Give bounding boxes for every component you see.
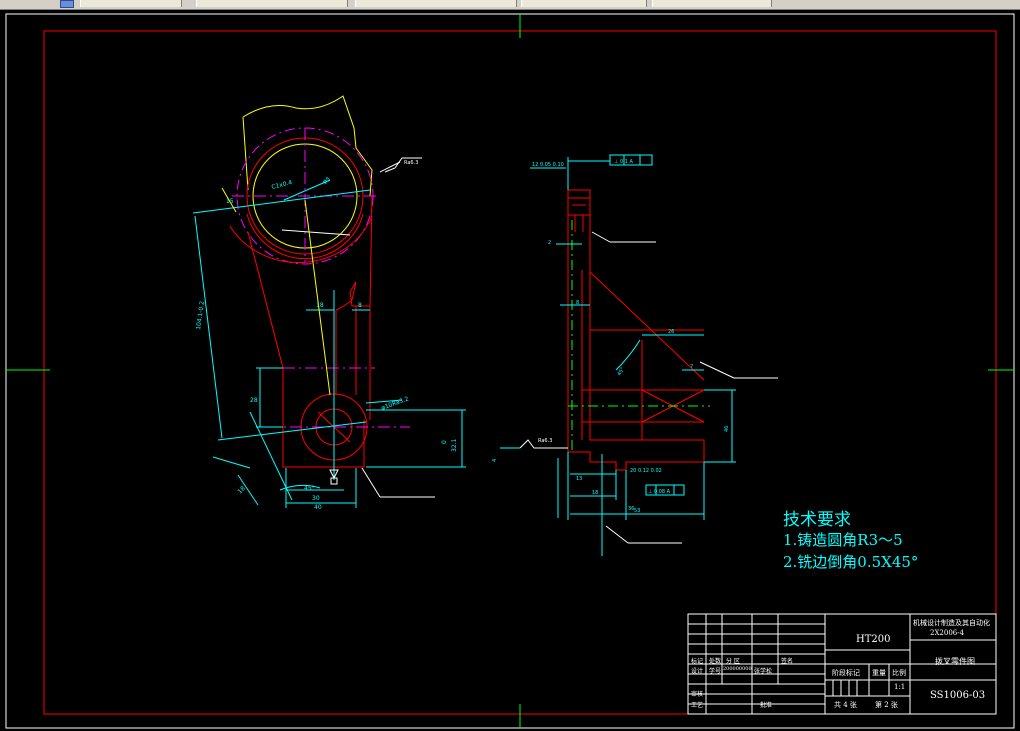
right-view (500, 154, 778, 556)
chamfer-label: C1x0.4 (271, 179, 293, 191)
dim-8-label: 8 (576, 300, 579, 306)
weight-label: 重量 (872, 669, 886, 677)
dim-46-label: 46 (724, 426, 730, 432)
drawing-canvas[interactable]: Ra6.3 C1x0.4 φ5 104.1-0.2 8 18 28 φ10Ra3… (0, 10, 1020, 731)
title-row-1-col-2: 处数 (709, 658, 722, 665)
title-row-2-col-4: 张学松 (754, 668, 773, 675)
title-row-4-col-1: 工艺 (691, 702, 704, 709)
centering-marks (6, 14, 1014, 728)
tolerance-bottom-label: 20 0.12 0.02 (630, 468, 662, 474)
part-name-label: 拨叉零件图 (935, 657, 975, 666)
tech-requirements-title: 技术要求 (783, 510, 851, 530)
inner-frame (43, 30, 997, 715)
scale-label: 比例 (892, 669, 906, 677)
sheets-total-label: 共 4 张 (834, 701, 857, 709)
dim-7-label: 7 (690, 364, 693, 370)
tech-requirement-item-1: 1.铸造圆角R3～5 (783, 531, 903, 549)
left-view (192, 95, 466, 508)
title-row-2-col-1: 设计 (691, 668, 704, 675)
title-row-3-col-1: 审核 (691, 691, 704, 698)
bore-top-label: φ5 (322, 176, 332, 186)
dim-right-0-label: 0 (441, 440, 448, 444)
dim-53-label: 53 (634, 508, 640, 514)
window-tab-3[interactable] (355, 0, 517, 7)
dim-18-label: 18 (592, 490, 598, 496)
stage-label: 阶段标记 (832, 669, 860, 677)
sheet-no-label: 第 2 张 (875, 701, 898, 709)
window-tab-1[interactable] (80, 0, 182, 7)
scale-value: 1:1 (894, 683, 906, 691)
dim-lower-height-label: 28 (250, 397, 258, 404)
bore-lower-label: φ10Ra3.2 (380, 395, 410, 412)
window-tab-strip (0, 0, 1020, 10)
window-tab-5[interactable] (652, 0, 772, 7)
title-row-4-col-4: 批准 (760, 702, 773, 709)
dim-vertical-long-label: 104.1-0.2 (195, 301, 206, 331)
dim-4-label: 4 (492, 459, 498, 462)
fork-outline (242, 95, 373, 197)
tolerance-top-label: 12 0.05 0.10 (532, 162, 564, 168)
title-row-2-col-2: 学号 (709, 668, 722, 675)
dim-rib-gap-label: 18 (316, 302, 324, 309)
dim-right-height-label: 32.1 (451, 438, 458, 452)
gdt-top-label: ⊥ 0.1 A (614, 159, 633, 165)
dim-offset-label: 15 (226, 198, 234, 205)
dim-2-label: 2 (548, 240, 551, 246)
title-row-2-col-3: 200000000 (723, 666, 752, 672)
dim-rib-width-label: 8 (358, 302, 362, 309)
roughness-top-label: Ra6.3 (404, 160, 418, 166)
gdt-bottom-label: ⊥ 0.08 A (648, 489, 671, 495)
project-label: 机械设计制造及其自动化 (913, 619, 990, 627)
dim-13-label: 13 (576, 476, 582, 482)
app-icon (60, 0, 74, 8)
dim-bottom-width-label: 30 (312, 495, 320, 502)
window-tab-2[interactable] (196, 0, 348, 7)
outer-frame (5, 13, 1015, 729)
window-tab-4[interactable] (521, 0, 647, 7)
dim-bottom-total-label: 40 (314, 504, 322, 511)
project-code-label: 2X2006-4 (930, 629, 965, 637)
tech-requirement-item-2: 2.铣边倒角0.5X45° (783, 553, 919, 571)
dim-bottom-angle-label: 45° (304, 485, 315, 492)
title-row-1-col-3: 分 区 (726, 658, 740, 665)
drawing-no-label: SS1006-03 (930, 690, 986, 701)
roughness-bottom-label: Ra6.3 (538, 438, 552, 444)
title-row-1-col-5: 签名 (781, 658, 794, 665)
material-label: HT200 (856, 634, 891, 645)
dim-26-label: 26 (668, 329, 674, 335)
title-row-1-col-1: 标记 (691, 658, 704, 665)
